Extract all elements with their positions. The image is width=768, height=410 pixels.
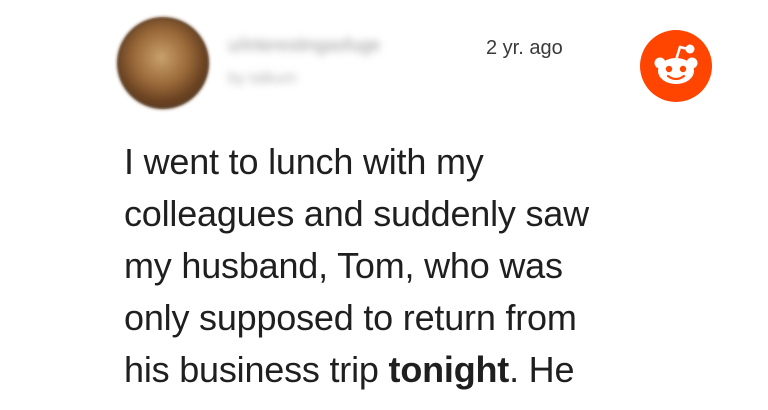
post-line-2: colleagues and suddenly saw <box>124 193 589 234</box>
post-body: I went to lunch with my colleagues and s… <box>124 136 724 396</box>
post-line-3: my husband, Tom, who was <box>124 245 563 286</box>
post-line-5: his business trip tonight. He <box>124 344 724 396</box>
post-line-1: I went to lunch with my <box>124 141 484 182</box>
avatar-ring <box>117 17 209 109</box>
reddit-icon <box>640 30 712 102</box>
post-line-4: only supposed to return from <box>124 297 577 338</box>
post-line-5-bold: tonight <box>388 349 510 390</box>
reddit-post-card: u/interestingasfuge by talkum 2 yr. ago … <box>0 0 768 410</box>
post-line-5-end: . He <box>509 349 575 390</box>
author-subline-blurred: by talkum <box>228 70 297 87</box>
post-timestamp: 2 yr. ago <box>486 37 563 59</box>
username-blurred[interactable]: u/interestingasfuge <box>228 32 478 58</box>
post-line-5-start: his business trip <box>124 349 389 390</box>
